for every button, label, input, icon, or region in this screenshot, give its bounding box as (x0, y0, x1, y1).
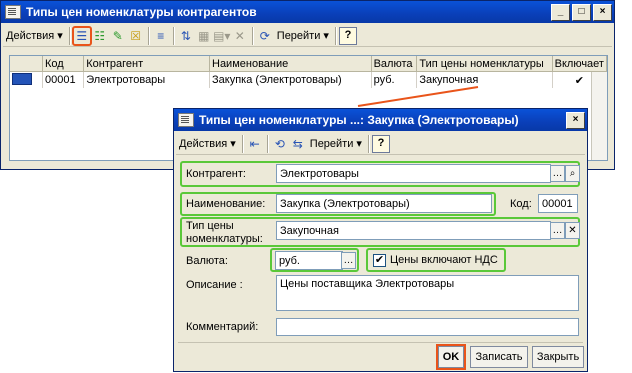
description-label: Описание : (186, 279, 243, 291)
code-label: Код: (510, 198, 532, 210)
price-type-clear-icon[interactable]: ✕ (565, 222, 580, 239)
price-type-select-button[interactable]: … (550, 222, 565, 239)
vat-label[interactable]: Цены включают НДС (390, 254, 498, 266)
dialog-toolbar: Действия ▾ ⇤ ⟲ ⇆ Перейти ▾ ? (176, 133, 585, 155)
description-textarea[interactable]: Цены поставщика Электротовары (276, 275, 579, 311)
name-label: Наименование: (186, 198, 266, 210)
vat-checkbox[interactable]: ✔ (373, 254, 386, 267)
separator (241, 134, 243, 153)
counterparty-field[interactable]: Электротовары (276, 164, 551, 183)
code-value: 00001 (542, 197, 573, 210)
close-label: Закрыть (536, 351, 580, 363)
ok-button[interactable]: OK (436, 344, 466, 370)
counterparty-value: Электротовары (280, 167, 359, 180)
separator (266, 134, 268, 153)
back-arrow-icon[interactable]: ⇤ (246, 135, 264, 153)
save-button[interactable]: Записать (470, 346, 528, 368)
comment-field[interactable] (276, 318, 579, 336)
copy-record-icon[interactable]: ⇆ (289, 135, 307, 153)
dialog-help-icon[interactable]: ? (371, 134, 390, 153)
price-type-value: Закупочная (280, 224, 339, 237)
comment-label: Комментарий: (186, 321, 259, 333)
name-field[interactable]: Закупка (Электротовары) (276, 194, 492, 213)
counterparty-open-icon[interactable]: ⌕ (565, 165, 580, 182)
dialog-close-button[interactable]: × (566, 111, 585, 129)
counterparty-select-button[interactable]: … (550, 165, 565, 182)
currency-select-button[interactable]: … (341, 252, 356, 269)
name-value: Закупка (Электротовары) (280, 197, 410, 210)
dialog-title-bar[interactable]: Типы цен номенклатуры ...: Закупка (Элек… (174, 109, 587, 131)
dialog-window-icon (178, 113, 194, 127)
ok-label: OK (442, 351, 460, 363)
reread-icon[interactable]: ⟲ (271, 135, 289, 153)
price-type-field[interactable]: Закупочная (276, 221, 551, 240)
currency-field[interactable]: руб. (275, 251, 343, 270)
description-value: Цены поставщика Электротовары (280, 278, 455, 290)
item-dialog: Типы цен номенклатуры ...: Закупка (Элек… (173, 108, 588, 372)
price-type-label-line2: номенклатуры: (186, 233, 263, 245)
code-field[interactable]: 00001 (538, 194, 578, 213)
close-dialog-button[interactable]: Закрыть (532, 346, 584, 368)
dialog-actions-menu[interactable]: Действия ▾ (176, 134, 239, 154)
currency-value: руб. (279, 254, 300, 267)
counterparty-label: Контрагент: (186, 168, 246, 180)
button-bar-divider (178, 342, 583, 343)
dialog-goto-menu[interactable]: Перейти ▾ (307, 134, 365, 154)
currency-label: Валюта: (186, 255, 228, 267)
price-type-label-line1: Тип цены (186, 220, 234, 232)
dialog-title: Типы цен номенклатуры ...: Закупка (Элек… (199, 113, 519, 127)
separator (367, 134, 369, 153)
save-label: Записать (475, 351, 523, 363)
